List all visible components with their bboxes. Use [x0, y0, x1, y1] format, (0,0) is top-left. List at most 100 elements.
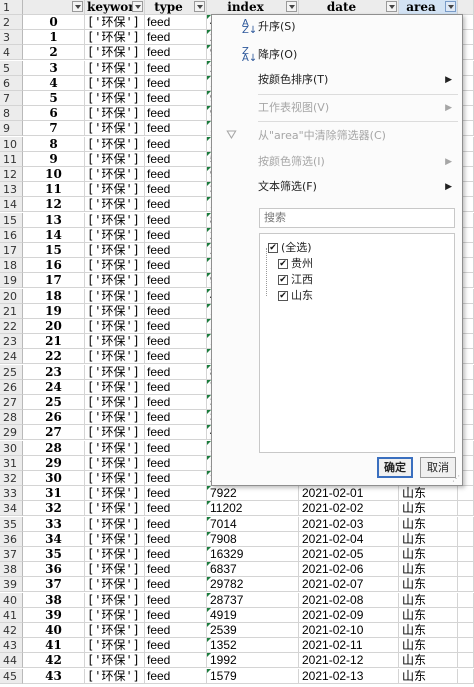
filter-button-type[interactable]: [194, 1, 205, 12]
type-cell[interactable]: feed: [145, 121, 207, 137]
keyword-cell[interactable]: ['环保']: [85, 319, 145, 334]
index-cell[interactable]: 1: [23, 30, 85, 46]
index-value-cell[interactable]: 7908: [207, 531, 299, 547]
type-cell[interactable]: feed: [145, 638, 207, 654]
row-number[interactable]: 27: [0, 395, 23, 410]
date-cell[interactable]: 2021-02-08: [299, 592, 399, 608]
row-number[interactable]: 7: [0, 91, 23, 106]
index-cell[interactable]: 38: [23, 592, 85, 608]
area-cell[interactable]: 山东: [399, 607, 458, 623]
column-header-date[interactable]: date: [299, 0, 399, 15]
date-cell[interactable]: 2021-02-06: [299, 562, 399, 578]
keyword-cell[interactable]: ['环保']: [85, 379, 145, 395]
keyword-cell[interactable]: ['环保']: [85, 243, 145, 258]
type-cell[interactable]: feed: [145, 471, 207, 486]
keyword-cell[interactable]: ['环保']: [85, 273, 145, 289]
type-cell[interactable]: feed: [145, 592, 207, 608]
keyword-cell[interactable]: ['环保']: [85, 167, 145, 182]
sort-descending-item[interactable]: Z A↓ 降序(O): [212, 45, 462, 65]
checkbox-icon[interactable]: ✔: [278, 291, 288, 301]
row-number[interactable]: 24: [0, 349, 23, 365]
type-cell[interactable]: feed: [145, 288, 207, 304]
type-cell[interactable]: feed: [145, 455, 207, 471]
clear-filter-item[interactable]: ⛛ 从"area"中清除筛选器(C): [212, 126, 462, 146]
row-number[interactable]: 28: [0, 410, 23, 426]
type-cell[interactable]: feed: [145, 136, 207, 152]
type-cell[interactable]: feed: [145, 653, 207, 669]
date-cell[interactable]: 2021-02-10: [299, 623, 399, 638]
type-cell[interactable]: feed: [145, 395, 207, 410]
area-cell[interactable]: 山东: [399, 638, 458, 654]
type-cell[interactable]: feed: [145, 197, 207, 213]
row-number[interactable]: 18: [0, 258, 23, 274]
filter-button-index-value[interactable]: [286, 1, 297, 12]
index-cell[interactable]: 9: [23, 151, 85, 167]
filter-button-area[interactable]: [445, 1, 456, 12]
filter-values-list[interactable]: ✔ (全选) ✔ 贵州 ✔ 江西 ✔ 山东: [259, 233, 455, 453]
index-cell[interactable]: 25: [23, 395, 85, 410]
keyword-cell[interactable]: ['环保']: [85, 607, 145, 623]
keyword-cell[interactable]: ['环保']: [85, 425, 145, 441]
type-cell[interactable]: feed: [145, 440, 207, 456]
type-cell[interactable]: feed: [145, 516, 207, 532]
empty-cell[interactable]: [458, 501, 474, 517]
index-cell[interactable]: 34: [23, 531, 85, 547]
index-cell[interactable]: 39: [23, 607, 85, 623]
index-value-cell[interactable]: 29782: [207, 577, 299, 593]
keyword-cell[interactable]: ['环保']: [85, 212, 145, 228]
date-cell[interactable]: 2021-02-13: [299, 668, 399, 684]
index-cell[interactable]: 43: [23, 668, 85, 684]
type-cell[interactable]: feed: [145, 45, 207, 61]
type-cell[interactable]: feed: [145, 425, 207, 441]
type-cell[interactable]: feed: [145, 547, 207, 562]
date-cell[interactable]: 2021-02-05: [299, 547, 399, 562]
area-cell[interactable]: 山东: [399, 668, 458, 684]
date-cell[interactable]: 2021-02-07: [299, 577, 399, 593]
type-cell[interactable]: feed: [145, 182, 207, 198]
index-value-cell[interactable]: 28737: [207, 592, 299, 608]
index-value-cell[interactable]: 1352: [207, 638, 299, 654]
index-value-cell[interactable]: 7014: [207, 516, 299, 532]
keyword-cell[interactable]: ['环保']: [85, 106, 145, 122]
column-header-extra[interactable]: [458, 0, 474, 15]
row-number[interactable]: 16: [0, 227, 23, 243]
checkbox-icon[interactable]: ✔: [268, 243, 278, 253]
cancel-button[interactable]: 取消: [420, 457, 456, 478]
keyword-cell[interactable]: ['环保']: [85, 562, 145, 578]
empty-cell[interactable]: [458, 486, 474, 502]
keyword-cell[interactable]: ['环保']: [85, 303, 145, 319]
row-number[interactable]: 5: [0, 60, 23, 76]
filter-button-index[interactable]: [72, 1, 83, 12]
index-cell[interactable]: 16: [23, 258, 85, 274]
row-number[interactable]: 4: [0, 45, 23, 61]
type-cell[interactable]: feed: [145, 75, 207, 91]
area-cell[interactable]: 山东: [399, 562, 458, 578]
checkbox-icon[interactable]: ✔: [278, 275, 288, 285]
type-cell[interactable]: feed: [145, 167, 207, 182]
area-cell[interactable]: 山东: [399, 501, 458, 517]
keyword-cell[interactable]: ['环保']: [85, 288, 145, 304]
index-cell[interactable]: 26: [23, 410, 85, 426]
sort-by-color-item[interactable]: 按颜色排序(T) ▶: [212, 70, 462, 90]
index-cell[interactable]: 28: [23, 440, 85, 456]
keyword-cell[interactable]: ['环保']: [85, 440, 145, 456]
index-value-cell[interactable]: 1579: [207, 668, 299, 684]
row-number[interactable]: 22: [0, 319, 23, 334]
empty-cell[interactable]: [458, 638, 474, 654]
keyword-cell[interactable]: ['环保']: [85, 410, 145, 426]
empty-cell[interactable]: [458, 653, 474, 669]
keyword-cell[interactable]: ['环保']: [85, 182, 145, 198]
resize-grip-icon[interactable]: ⋰: [452, 475, 460, 483]
checkbox-icon[interactable]: ✔: [278, 259, 288, 269]
row-number[interactable]: 10: [0, 136, 23, 152]
empty-cell[interactable]: [458, 516, 474, 532]
row-number[interactable]: 43: [0, 638, 23, 654]
type-cell[interactable]: feed: [145, 577, 207, 593]
row-number[interactable]: 40: [0, 592, 23, 608]
keyword-cell[interactable]: ['环保']: [85, 638, 145, 654]
row-number[interactable]: 35: [0, 516, 23, 532]
type-cell[interactable]: feed: [145, 623, 207, 638]
row-number[interactable]: 9: [0, 121, 23, 137]
row-number[interactable]: 37: [0, 547, 23, 562]
index-cell[interactable]: 29: [23, 455, 85, 471]
